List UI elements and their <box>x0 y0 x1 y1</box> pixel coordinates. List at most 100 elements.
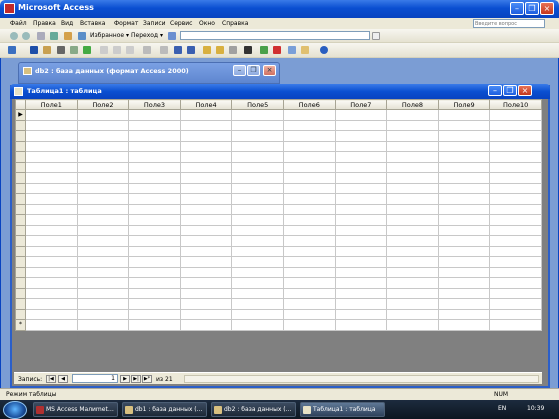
search-icon[interactable] <box>43 46 51 54</box>
record-selector[interactable] <box>15 214 26 226</box>
table-cell[interactable] <box>334 298 388 310</box>
table-cell[interactable] <box>25 298 78 310</box>
table-row[interactable] <box>15 193 542 205</box>
table-restore-button[interactable]: ❐ <box>503 85 517 96</box>
table-cell[interactable] <box>386 214 439 226</box>
table-cell[interactable] <box>489 203 542 215</box>
table-cell[interactable] <box>25 182 78 194</box>
record-selector[interactable] <box>15 277 26 289</box>
table-cell[interactable] <box>231 319 284 331</box>
table-cell[interactable] <box>489 151 542 163</box>
record-selector[interactable] <box>15 119 26 131</box>
table-cell[interactable] <box>76 256 130 268</box>
table-cell[interactable] <box>437 161 491 173</box>
first-record-button[interactable]: |◀ <box>46 375 56 383</box>
db-close-button[interactable]: × <box>263 65 276 76</box>
language-indicator[interactable]: EN <box>498 405 506 412</box>
table-cell[interactable] <box>282 203 336 215</box>
menu-tools[interactable]: Сервис <box>170 20 192 27</box>
table-cell[interactable] <box>76 203 130 215</box>
table-cell[interactable] <box>128 308 181 320</box>
close-button[interactable]: × <box>540 2 554 15</box>
table-cell[interactable] <box>76 109 130 121</box>
record-selector[interactable] <box>15 182 26 194</box>
table-cell[interactable] <box>179 235 233 247</box>
table-cell[interactable] <box>179 109 233 121</box>
table-cell[interactable] <box>128 319 181 331</box>
paste-icon[interactable] <box>126 46 134 54</box>
table-cell[interactable] <box>489 119 542 131</box>
table-cell[interactable] <box>25 203 78 215</box>
table-cell[interactable] <box>489 109 542 121</box>
table-cell[interactable] <box>334 182 388 194</box>
table-cell[interactable] <box>76 119 130 131</box>
table-cell[interactable] <box>437 193 491 205</box>
menu-records[interactable]: Записи <box>143 20 166 27</box>
app-title-bar[interactable]: Microsoft Access – ❐ × <box>0 0 559 18</box>
table-cell[interactable] <box>231 235 284 247</box>
table-row[interactable] <box>15 182 542 194</box>
table-cell[interactable] <box>386 298 439 310</box>
record-selector[interactable] <box>15 256 26 268</box>
table-cell[interactable] <box>386 193 439 205</box>
horizontal-scrollbar[interactable] <box>184 375 539 383</box>
table-cell[interactable] <box>334 287 388 299</box>
table-row[interactable]: ▶ <box>15 109 542 121</box>
table-cell[interactable] <box>489 256 542 268</box>
table-cell[interactable] <box>231 140 284 152</box>
datasheet-grid[interactable]: Поле1 Поле2 Поле3 Поле4 Поле5 Поле6 Поле7 Поле8… <box>15 99 542 331</box>
table-cell[interactable] <box>128 287 181 299</box>
table-cell[interactable] <box>282 287 336 299</box>
view-icon[interactable] <box>8 46 16 54</box>
table-cell[interactable] <box>386 245 439 257</box>
table-cell[interactable] <box>437 214 491 226</box>
table-cell[interactable] <box>489 277 542 289</box>
taskbar-item-table1[interactable]: Таблица1 : таблица <box>300 402 385 417</box>
menu-view[interactable]: Вид <box>61 20 73 27</box>
table-cell[interactable] <box>437 235 491 247</box>
table-row[interactable] <box>15 203 542 215</box>
table-cell[interactable] <box>25 140 78 152</box>
table-cell[interactable] <box>25 161 78 173</box>
table-cell[interactable] <box>437 287 491 299</box>
minimize-button[interactable]: – <box>510 2 524 15</box>
table-cell[interactable] <box>179 161 233 173</box>
table-cell[interactable] <box>489 308 542 320</box>
table-cell[interactable] <box>128 172 181 184</box>
table-cell[interactable] <box>386 119 439 131</box>
column-header[interactable]: Поле8 <box>386 99 439 110</box>
table-cell[interactable] <box>334 319 388 331</box>
restore-button[interactable]: ❐ <box>525 2 539 15</box>
table-close-button[interactable]: × <box>518 85 532 96</box>
table-cell[interactable] <box>179 172 233 184</box>
table-row[interactable] <box>15 298 542 310</box>
column-header[interactable]: Поле3 <box>128 99 181 110</box>
table-cell[interactable] <box>489 161 542 173</box>
table-cell[interactable] <box>437 224 491 236</box>
column-header[interactable]: Поле10 <box>489 99 542 110</box>
table-cell[interactable] <box>25 151 78 163</box>
table-cell[interactable] <box>282 214 336 226</box>
table-cell[interactable] <box>437 172 491 184</box>
table-cell[interactable] <box>437 140 491 152</box>
table-cell[interactable] <box>231 109 284 121</box>
table-cell[interactable] <box>179 130 233 142</box>
table-cell[interactable] <box>76 151 130 163</box>
table-cell[interactable] <box>76 214 130 226</box>
table-cell[interactable] <box>437 256 491 268</box>
last-record-button[interactable]: ▶| <box>131 375 141 383</box>
table-cell[interactable] <box>76 140 130 152</box>
table-cell[interactable] <box>76 172 130 184</box>
record-selector[interactable] <box>15 235 26 247</box>
table-cell[interactable] <box>76 224 130 236</box>
table-cell[interactable] <box>386 130 439 142</box>
table-row[interactable] <box>15 119 542 131</box>
database-window[interactable]: db2 : база данных (формат Access 2000) –… <box>18 62 280 84</box>
table-cell[interactable] <box>231 266 284 278</box>
table-cell[interactable] <box>179 319 233 331</box>
table-cell[interactable] <box>489 182 542 194</box>
next-record-button[interactable]: ▶ <box>120 375 130 383</box>
table-cell[interactable] <box>282 245 336 257</box>
column-header[interactable]: Поле4 <box>179 99 233 110</box>
table-cell[interactable] <box>489 235 542 247</box>
